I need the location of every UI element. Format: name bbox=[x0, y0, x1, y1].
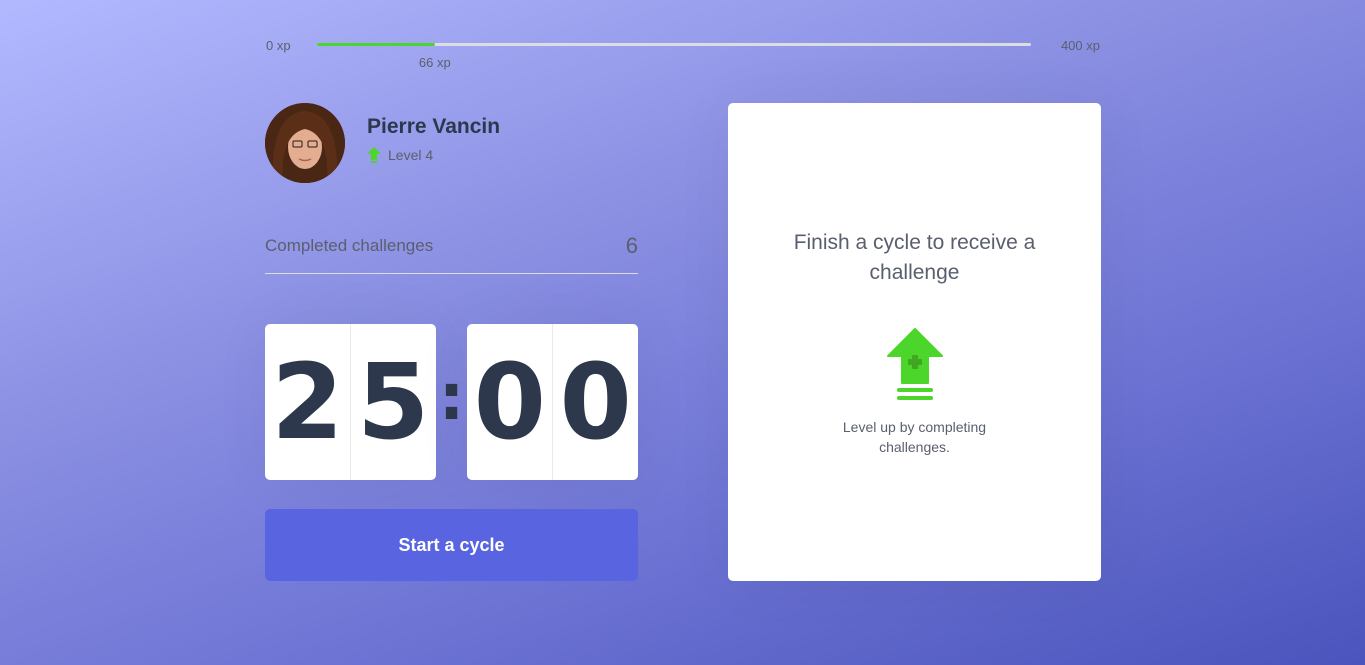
completed-challenges-count: 6 bbox=[625, 233, 638, 258]
completed-challenges: Completed challenges 6 bbox=[265, 232, 638, 274]
challenge-box: Finish a cycle to receive a challenge Le… bbox=[728, 103, 1101, 581]
minutes-display: 2 5 bbox=[265, 324, 436, 480]
profile-name: Pierre Vancin bbox=[367, 115, 501, 138]
profile-level: Level 4 bbox=[367, 147, 500, 163]
xp-current-label: 66 xp bbox=[418, 55, 451, 70]
seconds-display: 0 0 bbox=[467, 324, 639, 480]
level-up-icon bbox=[887, 328, 943, 400]
countdown-separator: : bbox=[438, 361, 465, 435]
minute-tens-digit: 2 bbox=[271, 341, 344, 463]
level-up-arrow-icon bbox=[367, 147, 381, 163]
second-ones-digit: 0 bbox=[552, 324, 638, 480]
xp-track bbox=[317, 43, 1031, 46]
level-label: Level 4 bbox=[388, 147, 434, 163]
second-tens-digit: 0 bbox=[473, 341, 547, 463]
completed-challenges-label: Completed challenges bbox=[265, 236, 434, 255]
challenge-hint: Level up by completing challenges. bbox=[842, 419, 987, 455]
experience-bar: 0 xp 66 xp 400 xp bbox=[265, 36, 1101, 70]
xp-fill bbox=[317, 43, 435, 46]
minute-ones-digit: 5 bbox=[349, 324, 436, 480]
avatar bbox=[265, 103, 345, 183]
xp-max-label: 400 xp bbox=[1060, 38, 1100, 53]
countdown: 2 5 : 0 0 bbox=[265, 324, 639, 480]
xp-min-label: 0 xp bbox=[266, 38, 291, 53]
challenge-title: Finish a cycle to receive a challenge bbox=[793, 231, 1036, 284]
start-cycle-button[interactable]: Start a cycle bbox=[265, 509, 638, 581]
profile: Pierre Vancin Level 4 bbox=[265, 103, 500, 183]
